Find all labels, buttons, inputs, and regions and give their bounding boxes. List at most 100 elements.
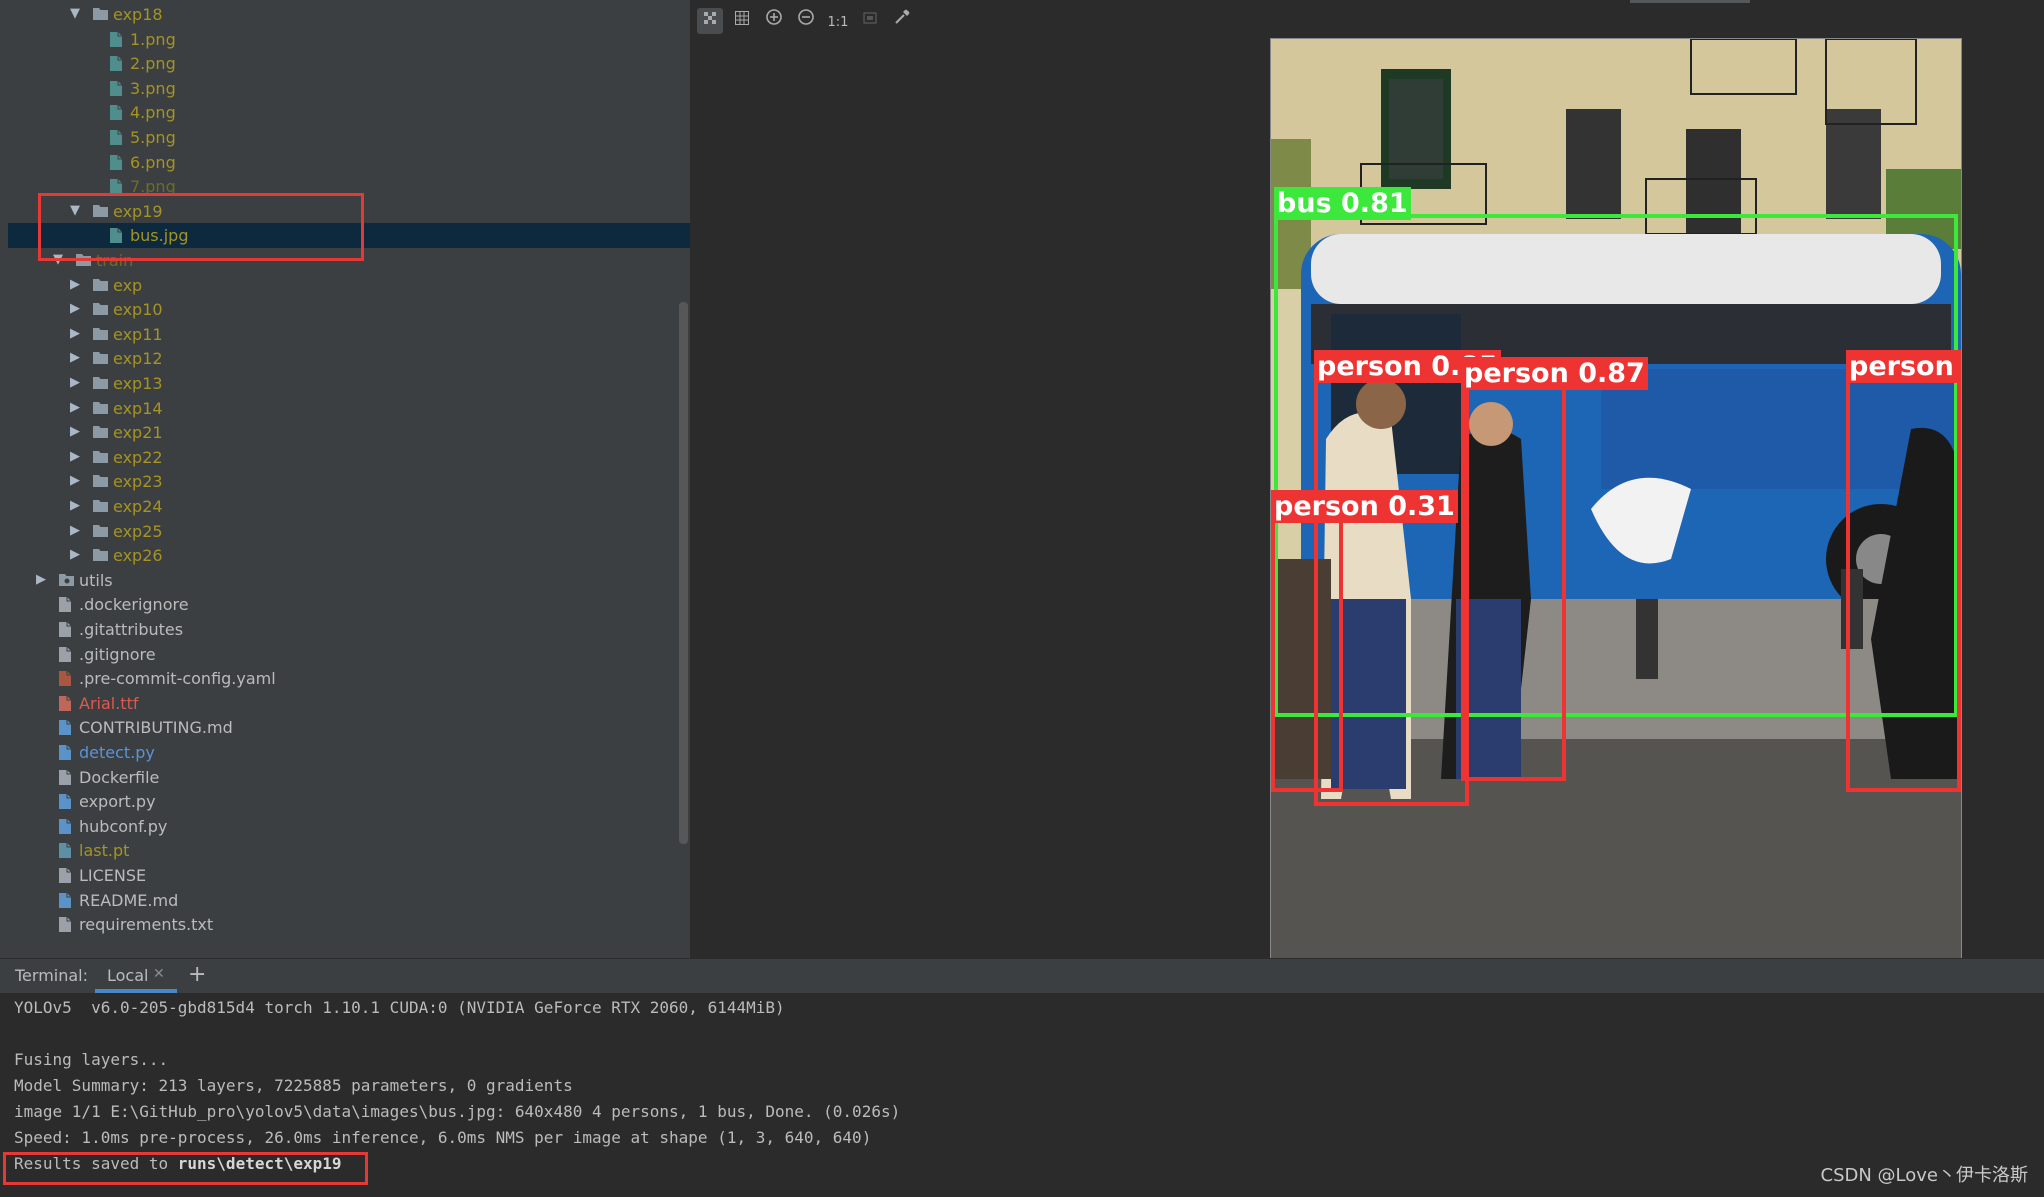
tree-item-5-png[interactable]: 5.png bbox=[8, 125, 690, 150]
exp19-annotation-box bbox=[38, 193, 364, 261]
chevron-right-icon[interactable]: ▶ bbox=[70, 326, 80, 341]
tree-item-3-png[interactable]: 3.png bbox=[8, 76, 690, 101]
tree-item-label: 4.png bbox=[130, 103, 176, 123]
person-bounding-box bbox=[1846, 352, 1961, 792]
file-icon bbox=[58, 867, 75, 883]
tree-item-exp22[interactable]: ▶ exp22 bbox=[8, 445, 690, 470]
file-icon bbox=[58, 596, 75, 613]
chevron-right-icon[interactable]: ▶ bbox=[70, 523, 80, 538]
tree-item-label: README.md bbox=[79, 890, 179, 910]
tree-item-requirements-txt[interactable]: requirements.txt bbox=[8, 912, 690, 937]
tree-item-last-pt[interactable]: last.pt bbox=[8, 838, 690, 863]
tree-item-2-png[interactable]: 2.png bbox=[8, 51, 690, 76]
tree-item-exp12[interactable]: ▶ exp12 bbox=[8, 346, 690, 371]
tree-item-exp[interactable]: ▶ exp bbox=[8, 273, 690, 298]
package-icon bbox=[58, 572, 75, 588]
tree-item-label: exp22 bbox=[113, 447, 163, 467]
close-icon[interactable]: ✕ bbox=[153, 966, 165, 982]
tree-item-dockerfile[interactable]: Dockerfile bbox=[8, 765, 690, 790]
project-tree-scrollbar[interactable] bbox=[679, 302, 688, 844]
tree-item-label: exp24 bbox=[113, 497, 163, 516]
tree-item-exp14[interactable]: ▶ exp14 bbox=[8, 396, 690, 421]
tree-item-4-png[interactable]: 4.png bbox=[8, 100, 690, 125]
terminal-tab-local[interactable]: Local ✕ bbox=[95, 959, 177, 993]
chevron-right-icon[interactable]: ▶ bbox=[70, 376, 80, 390]
chevron-right-icon[interactable]: ▶ bbox=[70, 351, 80, 365]
tree-item-license[interactable]: LICENSE bbox=[8, 863, 690, 888]
tree-item-gitattributes[interactable]: .gitattributes bbox=[8, 617, 690, 642]
tree-item-label: requirements.txt bbox=[79, 915, 214, 935]
tree-item-label: exp21 bbox=[113, 423, 163, 443]
zoom-in-icon[interactable] bbox=[761, 8, 787, 34]
folder-icon bbox=[92, 400, 109, 416]
actual-size-label: 1:1 bbox=[827, 15, 849, 30]
image-viewer: 1:1 bus 0.81 person 0.85 person 0.87 per… bbox=[690, 0, 2044, 960]
tree-item-label: Dockerfile bbox=[79, 767, 160, 787]
chevron-right-icon[interactable]: ▶ bbox=[70, 499, 80, 513]
tree-item-exp25[interactable]: ▶ exp25 bbox=[8, 519, 690, 544]
chevron-right-icon[interactable]: ▶ bbox=[70, 548, 80, 562]
tree-item-exp10[interactable]: ▶ exp10 bbox=[8, 297, 690, 322]
tree-item-label: CONTRIBUTING.md bbox=[79, 718, 233, 738]
tree-item-label: 5.png bbox=[130, 128, 176, 147]
person-detection-label: person 0.31 bbox=[1271, 490, 1458, 523]
tree-item-detect-py[interactable]: detect.py bbox=[8, 740, 690, 765]
tree-item-label: exp11 bbox=[113, 324, 163, 344]
tree-item-exp13[interactable]: ▶ exp13 bbox=[8, 371, 690, 396]
tree-item-exp26[interactable]: ▶ exp26 bbox=[8, 543, 690, 568]
python-file-icon bbox=[58, 793, 75, 810]
tree-item-exp21[interactable]: ▶ exp21 bbox=[8, 420, 690, 445]
tree-item-hubconf-py[interactable]: hubconf.py bbox=[8, 814, 690, 839]
project-tree: ▼ exp18 1.png 2.png 3.png 4.png 5.png 6.png 7.pn… bbox=[8, 0, 690, 958]
chevron-right-icon[interactable]: ▶ bbox=[70, 449, 80, 464]
folder-icon bbox=[92, 277, 109, 293]
folder-icon bbox=[92, 547, 109, 563]
grid-icon[interactable] bbox=[729, 8, 755, 34]
chevron-down-icon[interactable]: ▼ bbox=[70, 7, 80, 21]
tree-item-arial-ttf[interactable]: Arial.ttf bbox=[8, 691, 690, 716]
tree-item-dockerignore[interactable]: .dockerignore bbox=[8, 592, 690, 617]
tree-item-label: utils bbox=[79, 570, 113, 590]
left-tool-strip bbox=[0, 0, 8, 958]
file-icon bbox=[58, 646, 75, 662]
tree-item-label: Arial.ttf bbox=[79, 693, 139, 713]
watermark: CSDN @Love丶伊卡洛斯 bbox=[1820, 1165, 2029, 1186]
tree-item-utils[interactable]: ▶ utils bbox=[8, 568, 690, 593]
tree-item-label: .gitattributes bbox=[79, 620, 184, 639]
tree-item-label: 3.png bbox=[130, 78, 176, 98]
person-bounding-box bbox=[1461, 359, 1566, 781]
tree-item-pre-commit-config-yaml[interactable]: .pre-commit-config.yaml bbox=[8, 666, 690, 691]
folder-icon bbox=[92, 498, 109, 514]
chessboard-icon[interactable] bbox=[697, 8, 723, 34]
tree-item-exp24[interactable]: ▶ exp24 bbox=[8, 494, 690, 519]
tree-item-label: exp14 bbox=[113, 398, 163, 418]
chevron-right-icon[interactable]: ▶ bbox=[70, 277, 80, 292]
add-terminal-icon[interactable]: + bbox=[188, 962, 206, 987]
tree-item-1-png[interactable]: 1.png bbox=[8, 27, 690, 52]
color-picker-icon[interactable] bbox=[889, 8, 915, 34]
chevron-right-icon[interactable]: ▶ bbox=[70, 302, 80, 316]
tree-item-exp11[interactable]: ▶ exp11 bbox=[8, 322, 690, 347]
editor-tab-indicator bbox=[1630, 0, 1750, 3]
tree-item-label: exp12 bbox=[113, 349, 163, 369]
tree-item-6-png[interactable]: 6.png bbox=[8, 150, 690, 175]
tree-item-exp18[interactable]: ▼ exp18 bbox=[8, 2, 690, 27]
tree-item-export-py[interactable]: export.py bbox=[8, 789, 690, 814]
terminal-line: image 1/1 E:\GitHub_pro\yolov5\data\imag… bbox=[14, 1102, 901, 1121]
tree-item-label: detect.py bbox=[79, 743, 155, 762]
chevron-right-icon[interactable]: ▶ bbox=[70, 425, 80, 439]
chevron-right-icon[interactable]: ▶ bbox=[36, 572, 46, 587]
tree-item-readme-md[interactable]: README.md bbox=[8, 888, 690, 913]
tree-item-label: 2.png bbox=[130, 54, 176, 74]
chevron-right-icon[interactable]: ▶ bbox=[70, 474, 80, 488]
person-bounding-box bbox=[1271, 492, 1343, 792]
tree-item-exp23[interactable]: ▶ exp23 bbox=[8, 469, 690, 494]
result-annotation-box bbox=[3, 1152, 368, 1185]
tree-item-contributing-md[interactable]: CONTRIBUTING.md bbox=[8, 715, 690, 740]
tree-item-label: exp13 bbox=[113, 374, 163, 393]
chevron-right-icon[interactable]: ▶ bbox=[70, 400, 80, 415]
zoom-out-icon[interactable] bbox=[793, 8, 819, 34]
tree-item-gitignore[interactable]: .gitignore bbox=[8, 642, 690, 667]
fit-zoom-icon[interactable] bbox=[857, 8, 883, 34]
actual-size-button[interactable]: 1:1 bbox=[825, 8, 851, 34]
